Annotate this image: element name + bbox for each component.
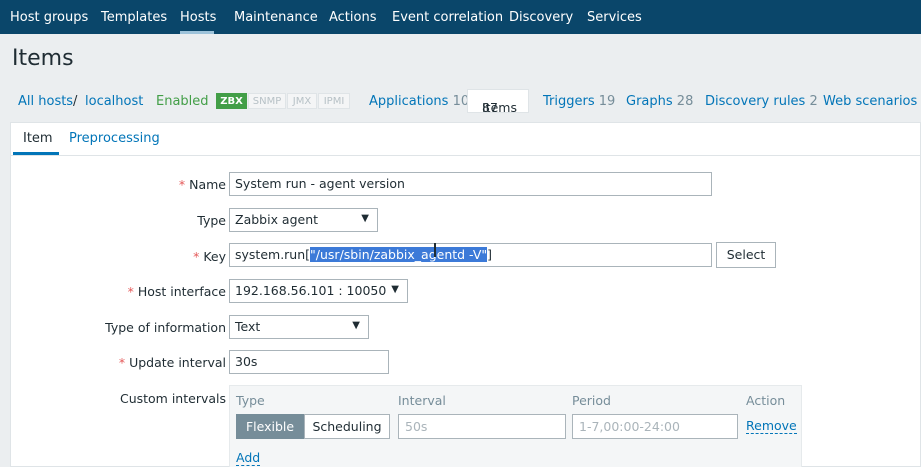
host-interface-label: * Host interface [128,284,226,299]
required-mark: * [127,284,134,299]
page-title: Items [12,46,74,71]
key-value-selected: "/usr/sbin/zabbix_agentd -V" [310,247,488,262]
column-period: Period [572,393,611,408]
tab-items-count: 87 [482,100,498,115]
nav-hosts[interactable]: Hosts [180,10,216,25]
key-label: * Key [193,249,226,264]
text-cursor-icon [434,243,436,257]
type-label: Type [197,213,226,228]
host-interface-select[interactable]: 192.168.56.101 : 10050 ▼ [229,279,408,303]
badge-jmx: JMX [287,93,317,109]
tab-discovery-rules-label: Discovery rules [705,94,806,109]
dropdown-arrow-icon: ▼ [391,284,399,295]
required-mark: * [193,249,200,264]
tab-graphs-count: 28 [676,94,694,109]
update-interval-input[interactable]: 30s [229,350,389,374]
update-interval-label: * Update interval [119,355,226,370]
name-label: * Name [179,177,226,192]
top-navigation: Host groups Templates Hosts Maintenance … [0,0,921,34]
tab-items[interactable]: Items 87 [467,89,529,115]
tab-triggers-count: 19 [598,94,616,109]
nav-host-groups[interactable]: Host groups [10,10,88,25]
type-of-information-label: Type of information [105,320,226,335]
type-select[interactable]: Zabbix agent ▼ [229,208,378,232]
name-label-text: Name [189,177,226,192]
breadcrumb-separator: / [73,94,78,109]
key-value-prefix: system.run[ [235,247,311,262]
nav-services[interactable]: Services [587,10,642,25]
key-value-suffix: ] [487,247,493,262]
nav-actions[interactable]: Actions [329,10,377,25]
tab-applications[interactable]: Applications 10 [369,94,469,109]
host-status-enabled[interactable]: Enabled [156,94,209,109]
host-interface-value: 192.168.56.101 : 10050 [235,283,387,298]
breadcrumb-host[interactable]: localhost [85,94,143,109]
host-interface-label-text: Host interface [137,284,226,299]
period-input[interactable]: 1-7,00:00-24:00 [572,414,738,439]
type-of-information-select[interactable]: Text ▼ [229,315,369,339]
column-interval: Interval [398,393,446,408]
tab-triggers-label: Triggers [543,94,595,109]
custom-intervals-table: Type Interval Period Action Flexible Sch… [229,385,802,467]
item-form-panel: Item Preprocessing * Name System run - a… [10,122,921,467]
breadcrumb-all-hosts[interactable]: All hosts [18,94,73,109]
tab-graphs[interactable]: Graphs 28 [626,94,693,109]
required-mark: * [178,177,186,192]
name-input[interactable]: System run - agent version [229,172,712,196]
subtab-item[interactable]: Item [23,131,53,146]
tab-discovery-rules-count: 2 [809,94,818,109]
subtab-preprocessing[interactable]: Preprocessing [69,131,160,146]
remove-interval-link[interactable]: Remove [746,419,797,434]
subtab-active-indicator [13,152,59,155]
key-input[interactable]: system.run["/usr/sbin/zabbix_agentd -V"] [229,243,712,267]
tab-discovery-rules[interactable]: Discovery rules 2 [705,94,818,109]
column-type: Type [236,393,265,408]
column-action: Action [746,393,786,408]
nav-active-indicator [180,31,214,34]
required-mark: * [118,355,126,370]
nav-event-correlation[interactable]: Event correlation [392,10,503,25]
badge-zbx: ZBX [216,93,247,109]
nav-discovery[interactable]: Discovery [509,10,573,25]
type-of-information-value: Text [235,319,261,334]
interval-type-flexible[interactable]: Flexible [236,414,304,439]
tab-web-scenarios[interactable]: Web scenarios [823,94,917,109]
type-select-value: Zabbix agent [235,212,319,227]
dropdown-arrow-icon: ▼ [352,320,360,331]
nav-templates[interactable]: Templates [101,10,167,25]
add-interval-link[interactable]: Add [236,451,261,466]
custom-intervals-label: Custom intervals [119,391,226,406]
update-interval-label-text: Update interval [129,355,226,370]
dropdown-arrow-icon: ▼ [361,213,369,224]
form-subtabs: Item Preprocessing [11,123,921,156]
interval-input[interactable]: 50s [398,414,566,439]
host-breadcrumb-bar: All hosts / localhost Enabled Applicatio… [0,88,921,116]
key-label-text: Key [203,249,226,264]
tab-triggers[interactable]: Triggers 19 [543,94,615,109]
key-select-button[interactable]: Select [716,242,776,268]
nav-maintenance[interactable]: Maintenance [234,10,318,25]
badge-ipmi: IPMI [318,93,350,109]
tab-applications-label: Applications [369,94,449,109]
interval-type-scheduling[interactable]: Scheduling [304,414,390,439]
tab-graphs-label: Graphs [626,94,673,109]
badge-snmp: SNMP [248,93,286,109]
